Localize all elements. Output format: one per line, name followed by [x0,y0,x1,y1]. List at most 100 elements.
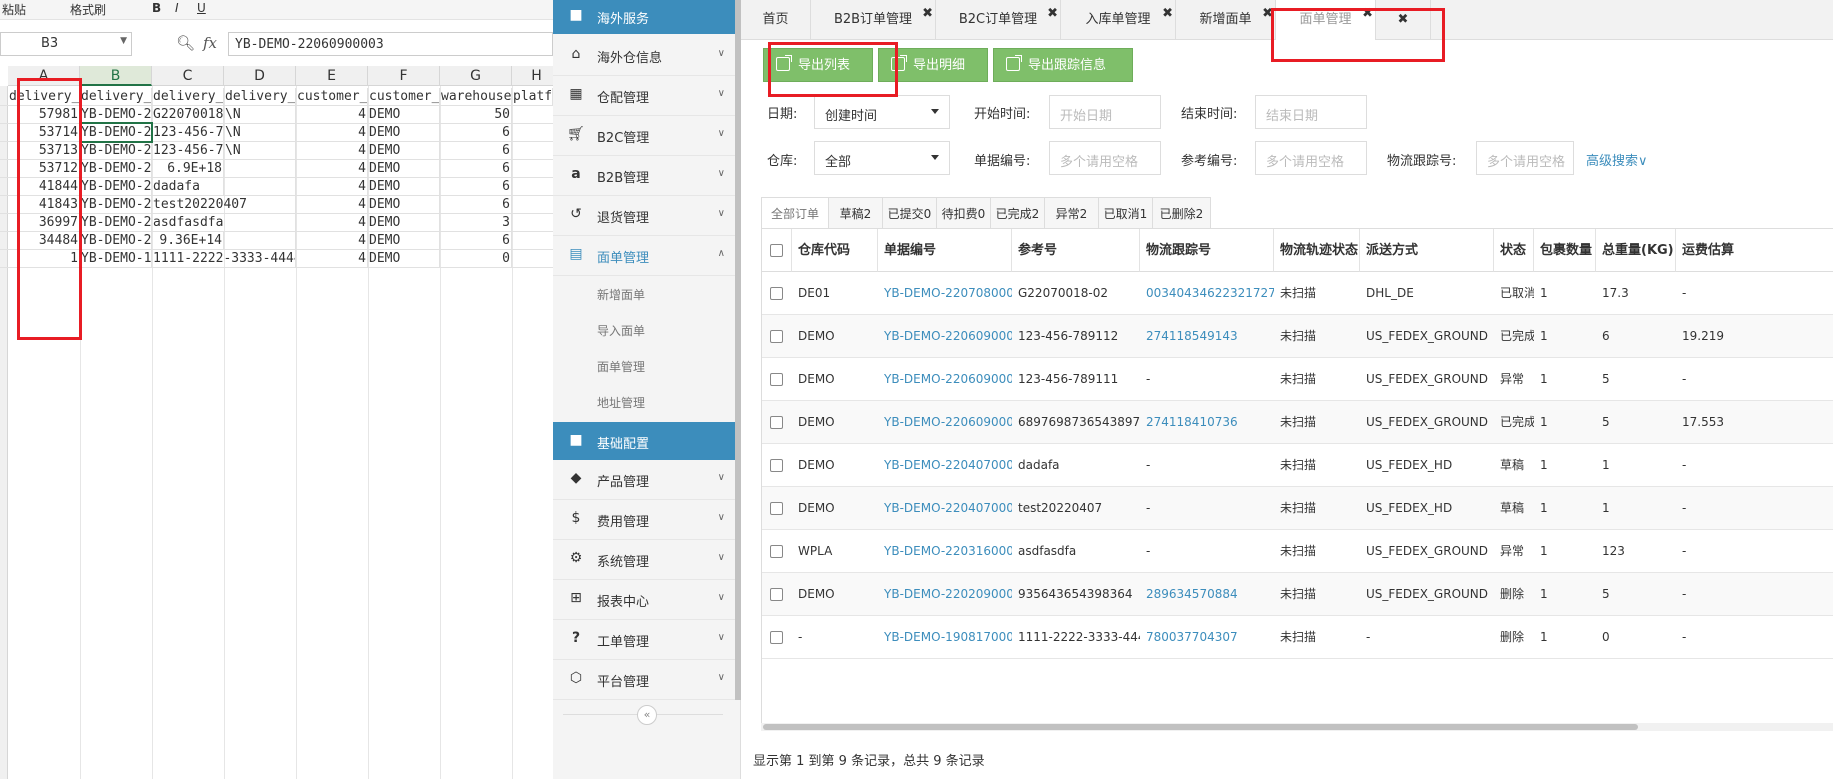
sheet-cell[interactable]: 6 [440,232,512,250]
sheet-cell[interactable] [224,232,296,250]
column-header[interactable]: 包裹数量 [1534,229,1596,272]
fx-icon[interactable]: fx [203,34,217,52]
sidebar-item-returns[interactable]: ↺ 退货管理 ∨ [553,196,735,236]
sidebar-item-b2b[interactable]: a B2B管理 ∨ [553,156,735,196]
doc-no-link[interactable]: YB-DEMO-22040700012 [878,444,1012,487]
close-icon[interactable]: ✖ [1047,0,1058,34]
sidebar-item-base-config[interactable]: ■ 基础配置 [553,422,735,460]
column-header-e[interactable]: E [296,66,368,86]
sidebar-item-label-mgmt[interactable]: ▤ 面单管理 ∧ [553,236,735,276]
sheet-cell[interactable]: YB-DEMO-2 [80,178,152,196]
column-header[interactable]: 运费估算 [1676,229,1833,272]
sheet-cell[interactable]: delivery_ [80,88,152,106]
row-checkbox[interactable] [770,373,783,386]
tracking-no-link[interactable]: 274118549143 [1140,315,1274,358]
sheet-cell[interactable]: 9.36E+14 [152,232,224,250]
italic-button[interactable]: I [175,1,179,15]
sheet-cell[interactable]: \N [224,124,296,142]
sheet-cell[interactable]: DEMO [368,124,440,142]
sheet-row-header[interactable]: delivery_ delivery_ delivery_ delivery_ … [0,88,553,106]
scrollbar-thumb[interactable] [763,724,1638,730]
sidebar-item-tickets[interactable]: ? 工单管理 ∨ [553,620,735,660]
sidebar-subitem-new-label[interactable]: 新增面单 [553,276,735,312]
doc-no-input[interactable]: 多个请用空格 [1049,141,1161,175]
column-header[interactable]: 仓库代码 [792,229,878,272]
tab-b2c-orders[interactable]: B2C订单管理 ✖ [936,0,1061,40]
bold-button[interactable]: B [152,1,161,15]
sheet-cell[interactable]: platf [512,88,553,106]
doc-no-link[interactable]: YB-DEMO-22031600001 [878,530,1012,573]
tab-b2b-orders[interactable]: B2B订单管理 ✖ [811,0,936,40]
status-tab-all[interactable]: 全部订单 [761,197,829,229]
column-header-c[interactable]: C [152,66,224,86]
sheet-cell[interactable]: 6 [440,196,512,214]
sheet-cell[interactable]: warehouse [440,88,512,106]
column-header[interactable]: 派送方式 [1360,229,1494,272]
advanced-search-link[interactable]: 高级搜索∨ [1586,150,1648,169]
table-row[interactable]: DEMO YB-DEMO-22020900001 935643654398364… [762,573,1833,616]
status-tab-draft[interactable]: 草稿2 [829,197,883,229]
sheet-row[interactable]: 41843 YB-DEMO-2 test20220407 4 DEMO 6 [0,196,553,214]
sheet-cell[interactable]: 4 [296,124,368,142]
doc-no-link[interactable]: YB-DEMO-22040700011 [878,487,1012,530]
column-header[interactable]: 单据编号 [878,229,1012,272]
sidebar-item-reports[interactable]: ⊞ 报表中心 ∨ [553,580,735,620]
tracking-no-link[interactable]: 780037704307 [1140,616,1274,659]
sheet-cell[interactable]: DEMO [368,196,440,214]
sheet-cell[interactable]: DEMO [368,250,440,268]
sidebar-subitem-import-label[interactable]: 导入面单 [553,312,735,348]
ref-no-input[interactable]: 多个请用空格 [1255,141,1367,175]
sheet-cell[interactable]: 4 [296,106,368,124]
tracking-no-link[interactable]: 00340434622321727529 [1140,272,1274,315]
format-painter-button[interactable]: 格式刷 [70,1,106,18]
sidebar-item-b2c[interactable]: 🛒︎ B2C管理 ∨ [553,116,735,156]
doc-no-link[interactable]: YB-DEMO-22020900001 [878,573,1012,616]
row-checkbox[interactable] [770,287,783,300]
sheet-cell[interactable]: YB-DEMO-2 [80,142,152,160]
sheet-cell[interactable]: DEMO [368,232,440,250]
sheet-cell[interactable]: YB-DEMO-2 [80,214,152,232]
sheet-cell[interactable]: DEMO [368,178,440,196]
chevron-down-icon[interactable]: ▼ [120,36,127,46]
underline-button[interactable]: U [197,1,206,15]
sheet-cell[interactable]: customer_ [368,88,440,106]
sidebar-item-warehouse-mgmt[interactable]: ▦ 仓配管理 ∨ [553,76,735,116]
column-header-h[interactable]: H [512,66,553,86]
row-checkbox[interactable] [770,416,783,429]
sheet-cell[interactable]: G22070018 [152,106,224,124]
sheet-cell[interactable]: 6 [440,124,512,142]
table-row[interactable]: - YB-DEMO-19081700001 1111-2222-3333-444… [762,616,1833,659]
row-checkbox[interactable] [770,502,783,515]
sheet-cell[interactable]: 4 [296,178,368,196]
sheet-cell[interactable]: 4 [296,142,368,160]
end-date-input[interactable]: 结束日期 [1255,95,1367,129]
sheet-cell[interactable]: \N [224,106,296,124]
sheet-row[interactable]: 1 YB-DEMO-1 1111-2222-3333-4444 4 DEMO 0 [0,250,553,268]
doc-no-link[interactable]: YB-DEMO-22070800001 [878,272,1012,315]
sheet-cell[interactable]: DEMO [368,160,440,178]
sheet-cell[interactable]: 4 [296,160,368,178]
sheet-cell[interactable]: 50 [440,106,512,124]
tab-inbound-orders[interactable]: 入库单管理 ✖ [1061,0,1176,40]
sheet-cell[interactable]: DEMO [368,142,440,160]
sheet-cell[interactable]: 4 [296,214,368,232]
sheet-cell[interactable]: 4 [296,232,368,250]
sheet-cell[interactable]: 123-456-7 [152,142,224,160]
sheet-row[interactable]: 34484 YB-DEMO-2 9.36E+14 4 DEMO 6 [0,232,553,250]
sheet-row[interactable]: 53712 YB-DEMO-2 6.9E+18 4 DEMO 6 [0,160,553,178]
doc-no-link[interactable]: YB-DEMO-22060900001 [878,401,1012,444]
sheet-cell[interactable]: 123-456-7 [152,124,224,142]
close-icon[interactable]: ✖ [1162,0,1173,34]
close-icon[interactable]: ✖ [922,0,933,34]
sidebar-collapse-button[interactable]: « [637,705,657,725]
sidebar-item-overseas-service[interactable]: ■ 海外服务 [553,0,735,34]
sheet-cell[interactable] [224,178,296,196]
formula-input[interactable]: YB-DEMO-22060900003 [228,32,553,56]
horizontal-scrollbar[interactable] [761,723,1833,731]
sidebar-item-fees[interactable]: $ 费用管理 ∨ [553,500,735,540]
sheet-cell[interactable]: 6.9E+18 [152,160,224,178]
sheet-cell[interactable]: delivery_ [152,88,224,106]
table-row[interactable]: DEMO YB-DEMO-22040700012 dadafa - 未扫描 US… [762,444,1833,487]
sheet-cell[interactable]: DEMO [368,214,440,232]
sheet-row[interactable]: 41844 YB-DEMO-2 dadafa 4 DEMO 6 [0,178,553,196]
